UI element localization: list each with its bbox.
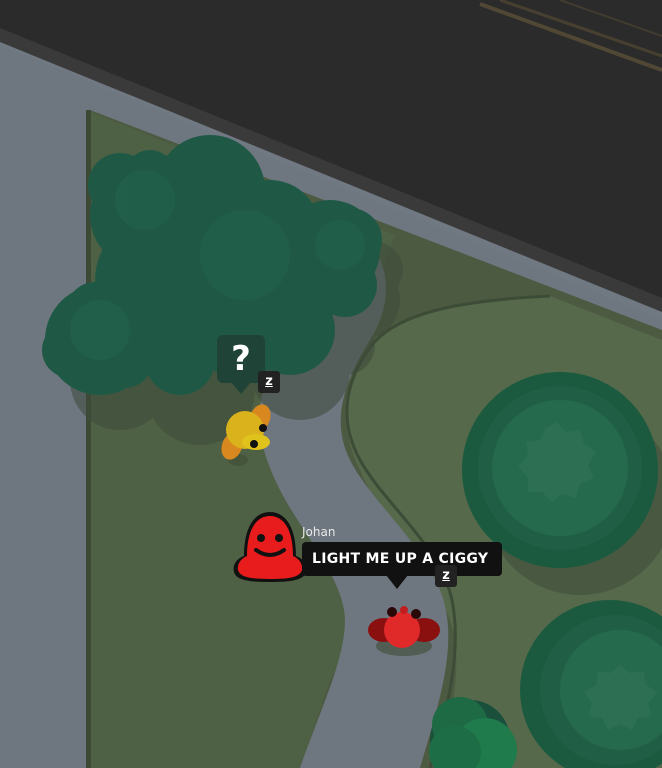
confused-bubble-tail: [231, 382, 251, 394]
sleep-icon: z: [258, 371, 280, 393]
player-yellow[interactable]: [218, 400, 278, 470]
bush-right-upper: [462, 372, 658, 568]
grass-edge: [86, 110, 91, 768]
sleep-icon: z: [435, 565, 457, 587]
avatar: [233, 512, 307, 582]
chat-bubble: LIGHT ME UP A CIGGY: [302, 542, 503, 576]
player-red[interactable]: [364, 600, 444, 660]
game-scene[interactable]: ? z Johan LIGHT ME UP A CIGGY z: [0, 0, 662, 768]
map-canvas[interactable]: [0, 0, 662, 768]
chat-bubble-tail: [386, 575, 408, 589]
speaker-name: Johan: [302, 525, 336, 539]
